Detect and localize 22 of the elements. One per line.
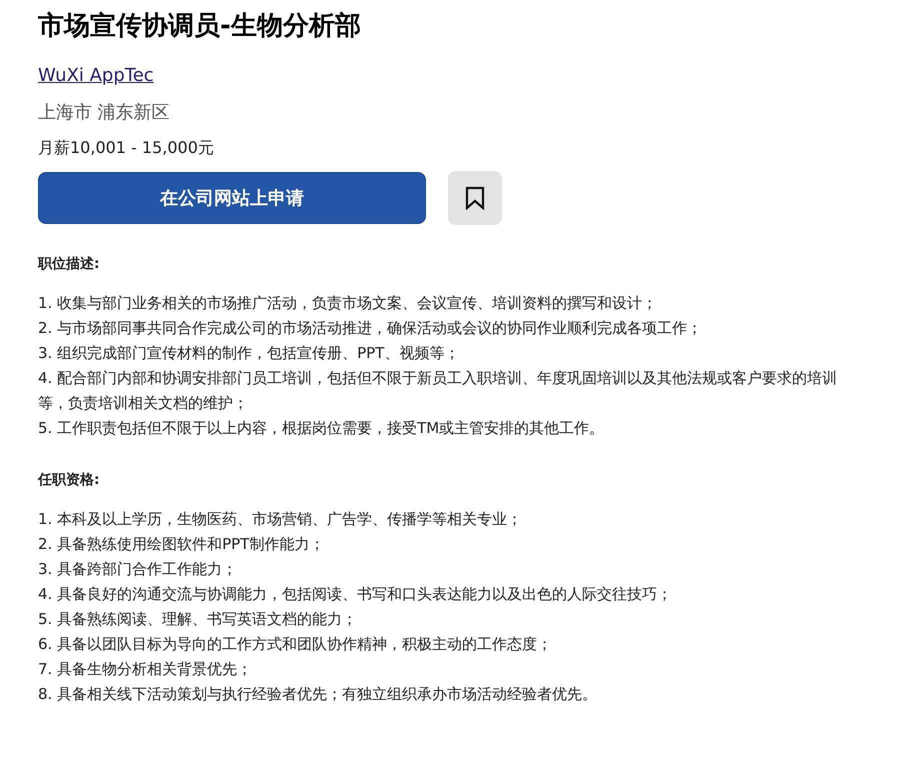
list-item: 4. 配合部门内部和协调安排部门员工培训，包括但不限于新员工入职培训、年度巩固培训以及其他法规或客户要求的培训等，负责培训相关文档的维护； [38, 368, 838, 414]
list-item: 1. 收集与部门业务相关的市场推广活动，负责市场文案、会议宣传、培训资料的撰写和设计； [38, 293, 658, 314]
list-item: 5. 工作职责包括但不限于以上内容，根据岗位需要，接受TM或主管安排的其他工作。 [38, 418, 606, 439]
list-item: 2. 具备熟练使用绘图软件和PPT制作能力； [38, 534, 326, 555]
bookmark-button[interactable] [448, 171, 502, 225]
list-item: 3. 具备跨部门合作工作能力； [38, 559, 238, 580]
bookmark-icon [465, 186, 485, 210]
company-link[interactable]: WuXi AppTec [38, 65, 154, 86]
list-item: 7. 具备生物分析相关背景优先； [38, 659, 254, 680]
salary-text: 月薪10,001 - 15,000元 [38, 138, 215, 159]
list-item: 1. 本科及以上学历，生物医药、市场营销、广告学、传播学等相关专业； [38, 509, 524, 530]
list-item: 3. 组织完成部门宣传材料的制作，包括宣传册、PPT、视频等； [38, 343, 460, 364]
apply-button[interactable]: 在公司网站上申请 [38, 172, 426, 224]
list-item: 4. 具备良好的沟通交流与协调能力，包括阅读、书写和口头表达能力以及出色的人际交往技巧； [38, 584, 674, 605]
list-item: 2. 与市场部同事共同合作完成公司的市场活动推进，确保活动或会议的协同作业顺利完成各项工作； [38, 318, 704, 339]
list-item: 8. 具备相关线下活动策划与执行经验者优先；有独立组织承办市场活动经验者优先。 [38, 684, 598, 705]
section-heading: 任职资格: [38, 471, 101, 489]
section-heading: 职位描述: [38, 255, 101, 273]
location-text: 上海市 浦东新区 [38, 101, 171, 124]
list-item: 5. 具备熟练阅读、理解、书写英语文档的能力； [38, 609, 358, 630]
job-title: 市场宣传协调员-生物分析部 [38, 10, 362, 43]
list-item: 6. 具备以团队目标为导向的工作方式和团队协作精神，积极主动的工作态度； [38, 634, 554, 655]
